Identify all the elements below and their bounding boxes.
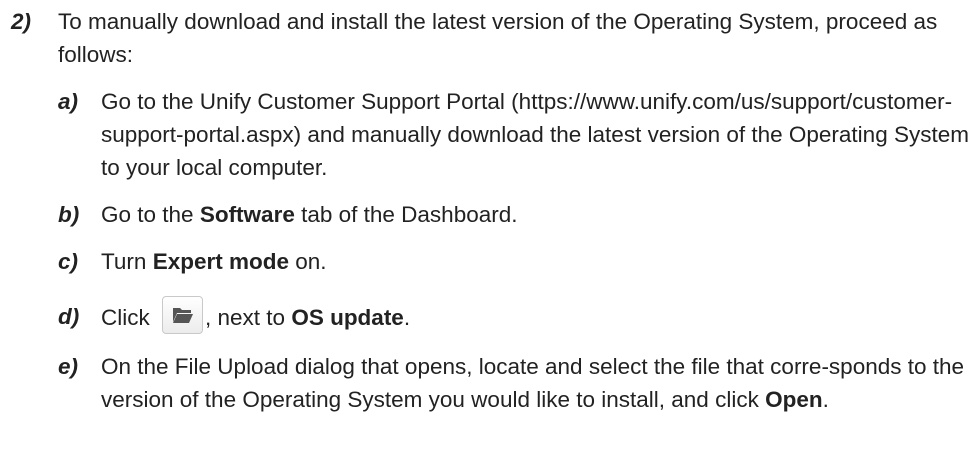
substep-b: b) Go to the Software tab of the Dashboa… [58,198,966,231]
substep-list: a) Go to the Unify Customer Support Port… [58,85,969,416]
substep-d-pre: Click [101,304,156,330]
substep-d: d) Click , next to OS update. [58,296,966,338]
substep-e-post: . [822,387,829,412]
substep-c-post: on. [288,249,327,274]
substep-a-text: Go to the Unify Customer Support Portal … [101,89,969,180]
substep-e-bold: Open [765,387,823,412]
substep-b-post: tab of the Dashboard. [294,202,518,227]
substep-e: e) On the File Upload dialog that opens,… [58,350,971,416]
instruction-step: 2) To manually download and install the … [11,5,969,416]
substep-d-post: . [403,304,411,330]
substep-e-pre: On the File Upload dialog that opens, lo… [101,354,965,412]
substep-letter: a) [58,89,79,114]
substep-text: Go to the Unify Customer Support Portal … [101,85,971,184]
step-intro: To manually download and install the lat… [58,9,938,67]
substep-a: a) Go to the Unify Customer Support Port… [58,85,971,184]
substep-d-bold: OS update [291,304,404,330]
substep-letter: b) [58,202,80,227]
folder-open-icon [173,308,193,323]
substep-letter: c) [58,249,79,274]
substep-letter: e) [58,354,79,379]
substep-c: c) Turn Expert mode on. [58,245,966,278]
step-number: 2) [11,9,32,34]
substep-b-pre: Go to the [101,202,200,227]
substep-d-mid: , next to [205,304,292,330]
substep-c-bold: Expert mode [152,249,289,274]
substep-c-pre: Turn [101,249,153,274]
substep-b-bold: Software [199,202,295,227]
substep-letter: d) [58,304,80,329]
folder-open-button[interactable] [162,296,203,334]
